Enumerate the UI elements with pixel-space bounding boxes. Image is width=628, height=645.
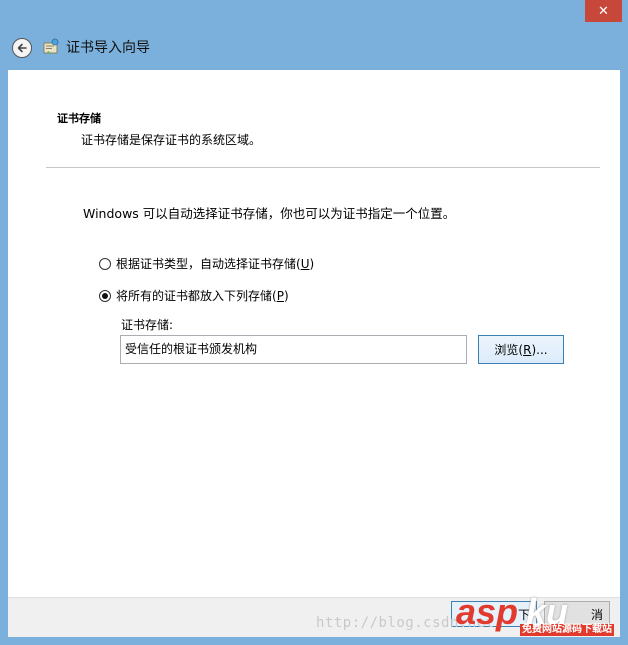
browse-label: 浏览(R)... [494,343,548,357]
browse-button[interactable]: 浏览(R)... [478,335,564,364]
intro-text: Windows 可以自动选择证书存储，你也可以为证书指定一个位置。 [83,206,456,221]
dialog-window: ✕ 证书导入向导 证书存储 证书存储是保存证书的系统区域。 Windows 可以… [0,0,628,645]
section-title: 证书存储 [57,112,101,125]
radio-option-auto[interactable]: 根据证书类型，自动选择证书存储(U) [99,255,314,272]
radio-label-auto: 根据证书类型，自动选择证书存储(U) [116,257,315,271]
wizard-content: 证书存储 证书存储是保存证书的系统区域。 Windows 可以自动选择证书存储，… [8,70,620,597]
close-button[interactable]: ✕ [585,0,622,22]
section-description: 证书存储是保存证书的系统区域。 [81,133,262,147]
watermark-logo: asp ku 免费网站源码下载站 [456,591,614,636]
radio-button-manual[interactable] [99,289,111,302]
back-arrow-icon [17,43,27,53]
radio-button-auto[interactable] [99,257,111,270]
title-bar: ✕ 证书导入向导 [0,0,628,70]
store-field[interactable]: 受信任的根证书颁发机构 [120,335,467,364]
store-label: 证书存储: [121,318,174,332]
header-divider [46,167,600,168]
radio-option-manual[interactable]: 将所有的证书都放入下列存储(P) [99,287,289,304]
certificate-icon [43,38,59,55]
back-button[interactable] [12,38,32,58]
close-icon: ✕ [598,3,609,19]
radio-label-manual: 将所有的证书都放入下列存储(P) [116,289,289,303]
wizard-title: 证书导入向导 [66,40,150,56]
